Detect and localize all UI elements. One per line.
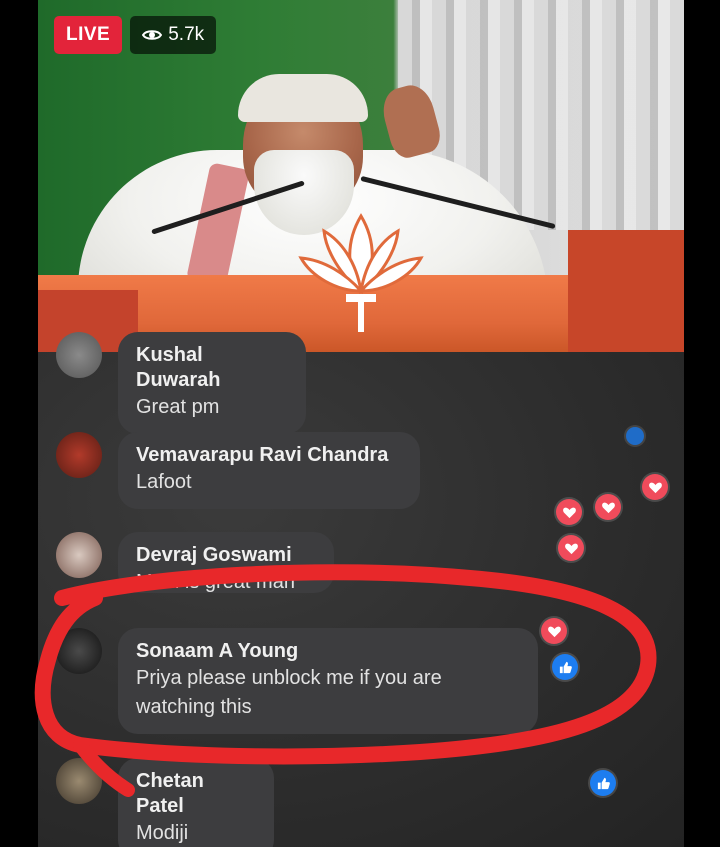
viewer-count-badge: 5.7k	[130, 16, 217, 54]
comment-text-line: Priya please unblock me if you are	[136, 667, 442, 689]
like-reaction-icon	[590, 770, 616, 796]
comment-text: Great pm	[136, 396, 220, 418]
viewer-count: 5.7k	[168, 24, 205, 45]
comment-author[interactable]: Kushal Duwarah	[136, 343, 288, 393]
live-stream-screen: LIVE 5.7k Kushal Duwarah Great pm Vemava…	[38, 0, 684, 847]
comment-author[interactable]: Chetan Patel	[136, 769, 256, 819]
comment-item: Chetan Patel Modiji	[56, 758, 274, 847]
live-comments-feed[interactable]: Kushal Duwarah Great pm Vemavarapu Ravi …	[38, 332, 684, 847]
heart-reaction-icon	[558, 535, 584, 561]
avatar[interactable]	[56, 628, 102, 674]
comment-bubble: Vemavarapu Ravi Chandra Lafoot	[118, 432, 420, 509]
lotus-emblem-icon	[298, 213, 424, 332]
avatar[interactable]	[56, 758, 102, 804]
comment-item: Kushal Duwarah Great pm	[56, 332, 306, 434]
comment-item: Devraj Goswami Modi is great man	[56, 532, 334, 593]
comment-item: Vemavarapu Ravi Chandra Lafoot	[56, 432, 420, 509]
comment-bubble: Chetan Patel Modiji	[118, 758, 274, 847]
comment-author[interactable]: Vemavarapu Ravi Chandra	[136, 443, 402, 468]
comment-item-highlighted: Sonaam A Young Priya please unblock me i…	[56, 628, 538, 734]
speaker-hair	[238, 74, 368, 122]
comment-text-line: watching this	[136, 696, 252, 718]
comment-author[interactable]: Sonaam A Young	[136, 639, 520, 664]
comment-text: Modi is great man	[136, 571, 295, 593]
comment-text: Modiji	[136, 822, 189, 844]
heart-reaction-icon	[595, 494, 621, 520]
comment-bubble: Kushal Duwarah Great pm	[118, 332, 306, 434]
avatar[interactable]	[56, 332, 102, 378]
comment-bubble: Sonaam A Young Priya please unblock me i…	[118, 628, 538, 734]
avatar[interactable]	[56, 432, 102, 478]
comment-bubble: Devraj Goswami Modi is great man	[118, 532, 334, 593]
heart-reaction-icon	[642, 474, 668, 500]
eye-icon	[142, 30, 163, 40]
comment-text: Lafoot	[136, 471, 192, 493]
like-reaction-icon	[552, 654, 578, 680]
comment-author[interactable]: Devraj Goswami	[136, 543, 316, 568]
heart-reaction-icon	[541, 618, 567, 644]
video-player[interactable]: LIVE 5.7k	[38, 0, 684, 352]
live-badge: LIVE	[54, 16, 123, 54]
like-reaction-icon	[626, 427, 644, 445]
heart-reaction-icon	[556, 499, 582, 525]
podium-side-right	[568, 230, 684, 352]
avatar[interactable]	[56, 532, 102, 578]
